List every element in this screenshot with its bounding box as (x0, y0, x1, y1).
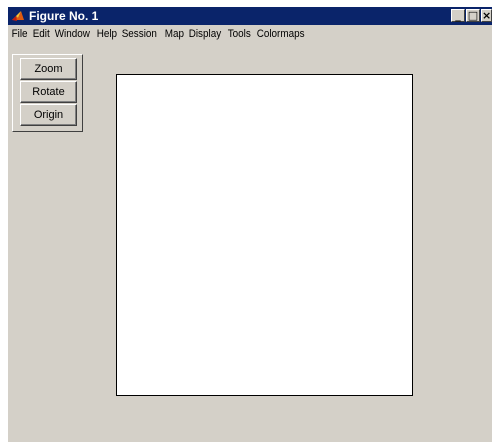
menu-help[interactable]: Help (94, 26, 120, 42)
window-title: Figure No. 1 (29, 9, 99, 23)
menu-session[interactable]: Session (119, 26, 160, 42)
matlab-logo-icon (11, 9, 25, 23)
close-button[interactable]: × (481, 9, 492, 22)
origin-button[interactable]: Origin (20, 104, 77, 126)
menu-tools[interactable]: Tools (225, 26, 254, 42)
menu-colormaps[interactable]: Colormaps (254, 26, 307, 42)
minimize-button[interactable]: _ (451, 9, 465, 22)
menu-map[interactable]: Map (162, 26, 187, 42)
menu-bar: File Edit Window Help Session Map Displa… (8, 25, 492, 43)
plot-axes[interactable] (116, 74, 413, 396)
close-icon: × (482, 9, 492, 22)
menu-window[interactable]: Window (52, 26, 93, 42)
menu-edit[interactable]: Edit (30, 26, 52, 42)
tool-panel: Zoom Rotate Origin (12, 54, 83, 132)
zoom-button[interactable]: Zoom (20, 58, 77, 80)
menu-display[interactable]: Display (186, 26, 224, 42)
figure-window: Figure No. 1 _ □ × File Edit Window Help… (8, 7, 492, 442)
maximize-icon: □ (467, 9, 479, 22)
title-bar[interactable]: Figure No. 1 _ □ × (8, 7, 492, 25)
maximize-button[interactable]: □ (466, 9, 480, 22)
menu-file[interactable]: File (8, 26, 30, 42)
minimize-icon: _ (455, 9, 461, 22)
rotate-button[interactable]: Rotate (20, 81, 77, 103)
